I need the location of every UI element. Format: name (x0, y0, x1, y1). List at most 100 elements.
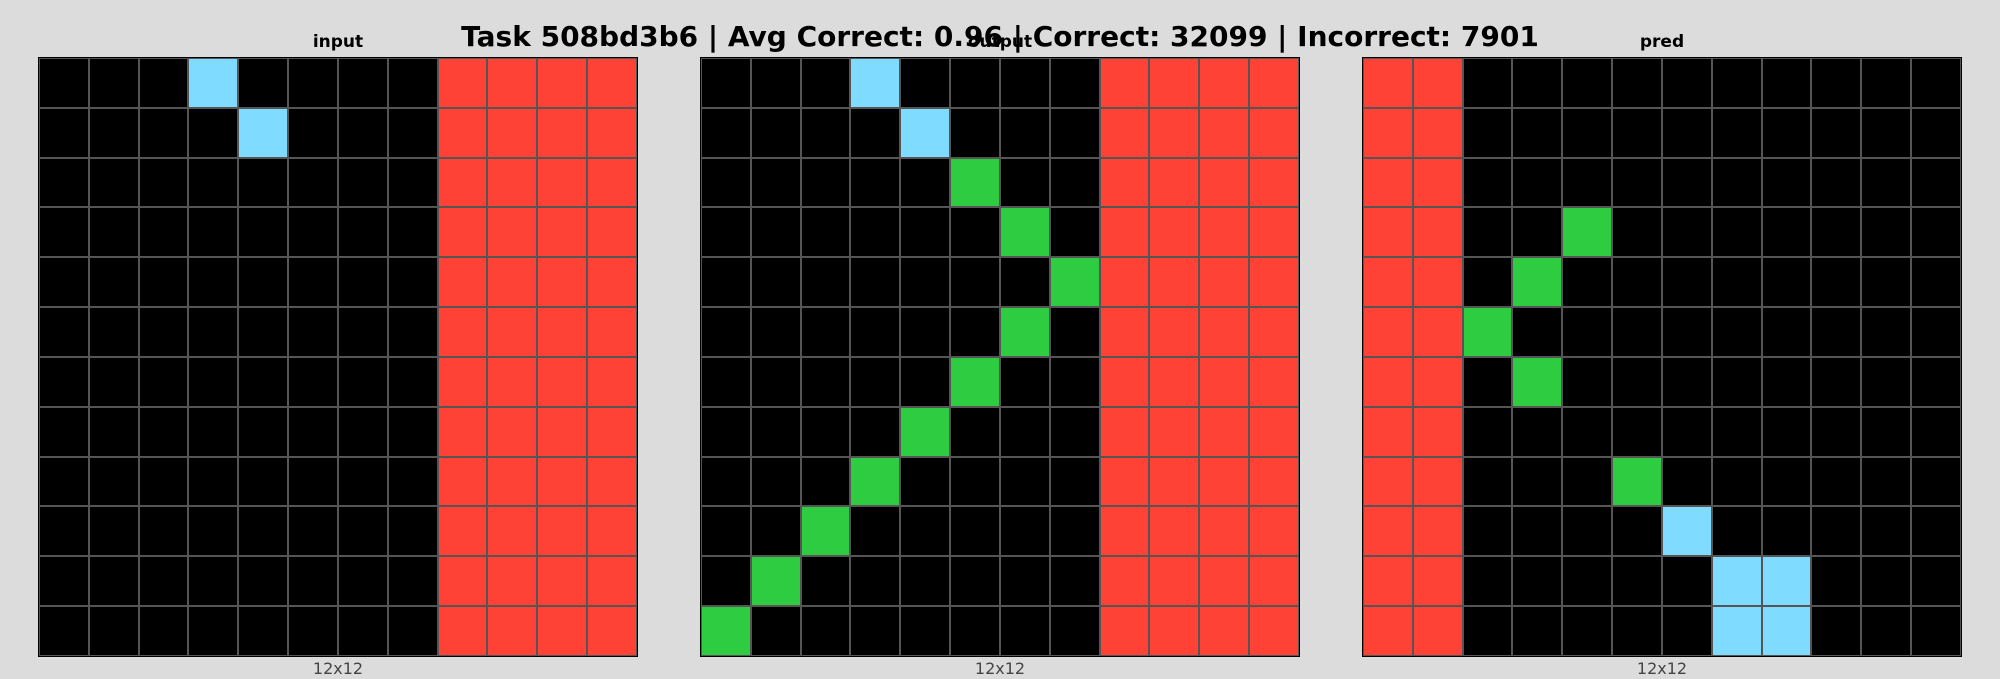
grid-cell (1412, 257, 1463, 308)
grid-cell (138, 207, 189, 258)
grid-cell (1612, 157, 1662, 208)
grid-cell (1049, 456, 1100, 507)
grid-cell (238, 107, 289, 158)
grid-cell (750, 107, 801, 158)
grid-cell (701, 307, 751, 357)
grid-cell (537, 207, 588, 258)
grid-cell (1661, 157, 1712, 208)
grid-cell (1199, 58, 1250, 108)
grid-cell (800, 207, 851, 258)
grid-cell (1099, 207, 1150, 258)
grid-cell (387, 257, 438, 308)
grid-cell (1199, 556, 1250, 607)
grid-cell (1612, 307, 1662, 357)
grid-cell (188, 556, 239, 607)
grid-cell (1811, 506, 1862, 557)
grid-cell (1462, 456, 1513, 507)
grid-cell (1099, 157, 1150, 208)
grid-cell (1363, 556, 1413, 607)
grid-cell (238, 606, 289, 656)
grid-cell (1249, 506, 1299, 557)
grid-cell (1761, 58, 1812, 108)
grid-cell (800, 506, 851, 557)
grid-cell (337, 58, 388, 108)
grid-cell (800, 257, 851, 308)
grid-cell (1199, 207, 1250, 258)
grid-cell (39, 406, 89, 457)
grid-cell (1099, 606, 1150, 656)
grid-cell (1512, 406, 1563, 457)
grid-cell (1761, 356, 1812, 407)
grid-cell (537, 406, 588, 457)
grid-cell (850, 356, 901, 407)
grid-cell (950, 257, 1000, 308)
grid-cell (1363, 207, 1413, 258)
grid-cell (1412, 556, 1463, 607)
grid-cell (1512, 107, 1563, 158)
grid-cell (1612, 58, 1662, 108)
grid-cell (1612, 356, 1662, 407)
grid-cell (1811, 556, 1862, 607)
grid-cell (487, 207, 538, 258)
grid-cell (1911, 257, 1961, 308)
grid-cell (487, 556, 538, 607)
grid-cell (701, 556, 751, 607)
grid-cell (387, 506, 438, 557)
grid-cell (1711, 356, 1762, 407)
grid-cell (487, 456, 538, 507)
grid-cell (1149, 456, 1200, 507)
grid-cell (288, 207, 338, 258)
grid-cell (1249, 356, 1299, 407)
grid-cell (1612, 207, 1662, 258)
grid-cell (1562, 107, 1613, 158)
grid-cell (1249, 556, 1299, 607)
grid-cell (1149, 107, 1200, 158)
grid-cell (900, 356, 951, 407)
grid-cell (1512, 307, 1563, 357)
grid-cell (750, 257, 801, 308)
grid-cell (1861, 257, 1912, 308)
grid-cell (1363, 406, 1413, 457)
grid-cell (1612, 556, 1662, 607)
grid-cell (1049, 207, 1100, 258)
grid-cell (387, 556, 438, 607)
grid-cell (1249, 207, 1299, 258)
grid-cell (1099, 506, 1150, 557)
grid-cell (750, 356, 801, 407)
grid-cell (999, 506, 1050, 557)
grid-cell (1199, 107, 1250, 158)
grid-cell (1412, 107, 1463, 158)
grid-cell (750, 506, 801, 557)
grid-cell (850, 307, 901, 357)
grid-cell (88, 307, 139, 357)
grid-cell (39, 207, 89, 258)
grid-cell (800, 606, 851, 656)
grid-cell (487, 157, 538, 208)
grid-cell (1199, 157, 1250, 208)
grid-cell (188, 58, 239, 108)
grid-cell (39, 307, 89, 357)
grid-cell (587, 58, 637, 108)
grid-cell (1661, 58, 1712, 108)
grid-cell (537, 456, 588, 507)
grid-cell (1861, 406, 1912, 457)
grid-cell (138, 107, 189, 158)
grid-cell (1562, 307, 1613, 357)
grid-cell (1761, 606, 1812, 656)
grid-cell (537, 58, 588, 108)
grid-cell (138, 307, 189, 357)
grid-cell (750, 556, 801, 607)
grid-cell (1711, 606, 1762, 656)
grid-cell (39, 356, 89, 407)
grid-cell (238, 257, 289, 308)
grid-cell (1811, 58, 1862, 108)
grid-cell (1462, 257, 1513, 308)
grid-cell (138, 456, 189, 507)
grid-cell (437, 58, 488, 108)
grid-cell (337, 157, 388, 208)
grid-cell (701, 356, 751, 407)
grid-cell (587, 556, 637, 607)
grid-cell (1512, 606, 1563, 656)
output-grid (700, 57, 1300, 657)
grid-cell (999, 406, 1050, 457)
